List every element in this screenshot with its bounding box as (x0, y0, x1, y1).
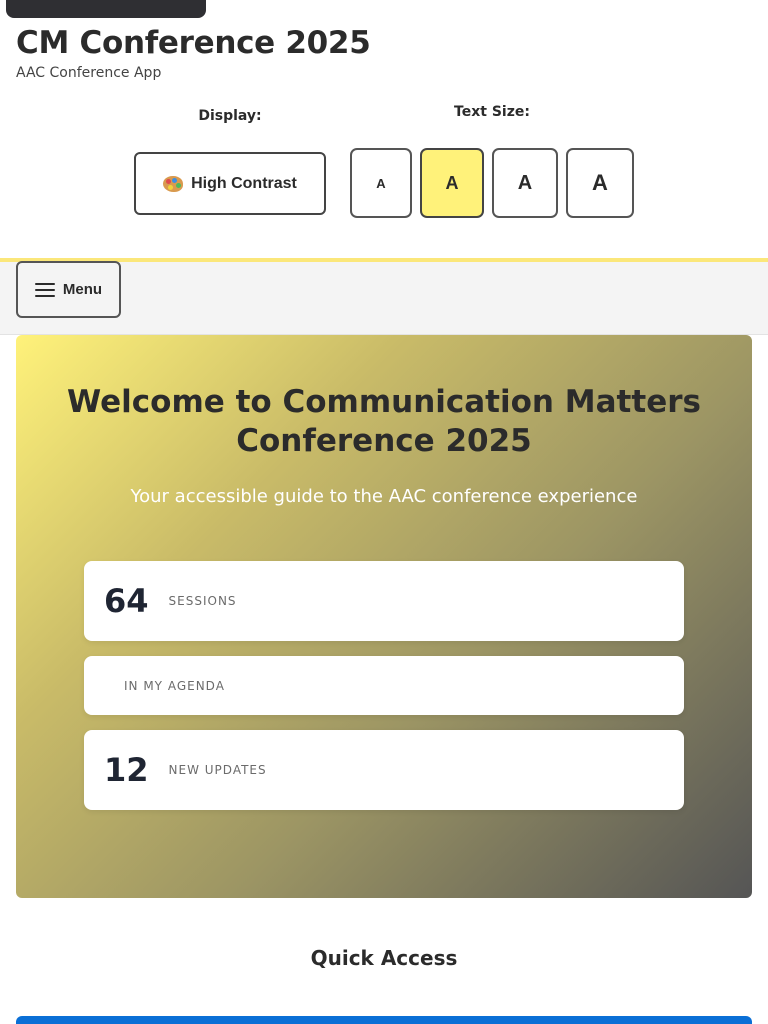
app-subtitle: AAC Conference App (16, 65, 162, 81)
updates-stat-card[interactable]: 12 NEW UPDATES (84, 730, 684, 810)
display-label: Display: (198, 108, 262, 124)
text-size-large-button[interactable]: A (492, 148, 558, 218)
welcome-hero: Welcome to Communication Matters Confere… (16, 335, 752, 898)
updates-label: NEW UPDATES (168, 763, 267, 777)
high-contrast-label: High Contrast (191, 174, 297, 192)
text-size-small-button[interactable]: A (350, 148, 412, 218)
app-title: CM Conference 2025 (16, 25, 371, 61)
sessions-count: 64 (104, 582, 149, 620)
palette-icon (163, 175, 184, 192)
text-size-label: Text Size: (454, 104, 530, 120)
sessions-label: SESSIONS (168, 594, 237, 608)
agenda-stat-card[interactable]: IN MY AGENDA (84, 656, 684, 715)
hero-title: Welcome to Communication Matters Confere… (67, 384, 701, 459)
menu-button[interactable]: Menu (16, 261, 121, 318)
hero-subtitle: Your accessible guide to the AAC confere… (130, 486, 638, 507)
menu-label: Menu (62, 281, 103, 298)
hamburger-icon (34, 282, 55, 297)
text-size-xlarge-button[interactable]: A (566, 148, 634, 218)
agenda-label: IN MY AGENDA (124, 678, 225, 693)
quick-access-title: Quick Access (310, 946, 458, 970)
text-size-medium-button[interactable]: A (420, 148, 484, 218)
sessions-stat-card[interactable]: 64 SESSIONS (84, 561, 684, 641)
top-tab-bar (6, 0, 206, 18)
quick-access-first-item[interactable] (16, 1016, 752, 1024)
updates-count: 12 (104, 751, 149, 789)
high-contrast-button[interactable]: High Contrast (134, 152, 326, 215)
